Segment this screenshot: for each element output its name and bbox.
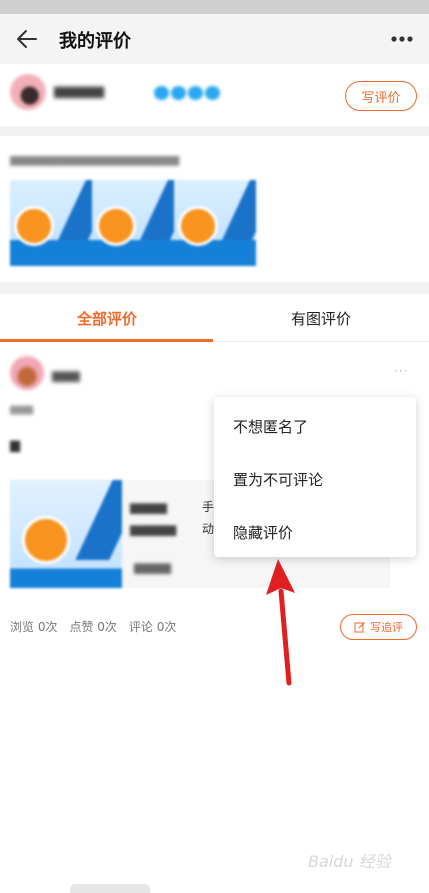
tab-all-reviews[interactable]: 全部评价 xyxy=(0,294,214,342)
more-options-icon[interactable] xyxy=(386,28,416,50)
menu-item-hide-review[interactable]: 隐藏评价 xyxy=(233,522,293,543)
product-thumbnail xyxy=(92,180,174,266)
review-text-blurred: ▆ xyxy=(10,438,20,453)
review-date-blurred: ▆▆▆ xyxy=(10,404,34,415)
write-followup-label: 写追评 xyxy=(370,621,403,634)
user-level-badges xyxy=(154,86,220,100)
top-nav-bar: 我的评价 xyxy=(0,14,429,64)
status-bar xyxy=(0,0,429,14)
product-thumbnails xyxy=(10,180,256,266)
red-annotation-arrow-icon xyxy=(266,559,295,686)
reviewed-product-price-blurred: ▆▆▆▆ xyxy=(134,560,171,574)
level-badge-icon xyxy=(171,86,186,100)
review-tabs: 全部评价 有图评价 xyxy=(0,294,429,342)
reviewer-name-blurred: ▆▆▆ xyxy=(52,368,80,382)
section-divider xyxy=(0,126,429,136)
write-followup-button[interactable]: 写追评 xyxy=(340,614,417,640)
page-title: 我的评价 xyxy=(59,31,131,52)
product-thumbnail xyxy=(174,180,256,266)
home-indicator xyxy=(70,884,150,893)
view-count: 浏览 0次 xyxy=(10,620,58,634)
product-description-blurred: ▆▆▆▆▆▆▆▆▆▆▆▆▆▆▆▆▆▆▆▆ xyxy=(10,153,180,166)
level-badge-icon xyxy=(154,86,169,100)
menu-item-disable-anonymous[interactable]: 不想匿名了 xyxy=(233,416,308,437)
user-name-blurred: ▆▆▆▆▆ xyxy=(54,84,104,99)
comment-count: 评论 0次 xyxy=(128,620,177,634)
back-arrow-icon[interactable] xyxy=(14,27,40,51)
product-thumbnail xyxy=(10,180,92,266)
review-stats: 浏览 0次 点赞 0次 评论 0次 xyxy=(10,618,176,635)
write-review-button[interactable]: 写评价 xyxy=(345,81,417,111)
section-divider xyxy=(0,282,429,294)
user-profile-row: ▆▆▆▆▆ 写评价 xyxy=(0,64,429,126)
baidu-watermark: Baidu 经验 xyxy=(308,852,391,871)
review-options-menu: 不想匿名了 置为不可评论 隐藏评价 xyxy=(214,397,416,557)
tab-image-reviews[interactable]: 有图评价 xyxy=(214,294,428,342)
review-more-button[interactable]: ··· xyxy=(394,364,408,378)
reviewer-avatar xyxy=(10,356,44,390)
reviewed-product-title-visible: 手 动 xyxy=(202,500,215,536)
edit-icon xyxy=(354,622,365,633)
menu-item-disable-comments[interactable]: 置为不可评论 xyxy=(233,469,323,490)
product-card[interactable]: ▆▆▆▆▆▆▆▆▆▆▆▆▆▆▆▆▆▆▆▆ xyxy=(0,136,429,282)
level-badge-icon xyxy=(205,86,220,100)
level-badge-icon xyxy=(188,86,203,100)
user-avatar xyxy=(10,74,46,110)
reviewed-product-thumbnail xyxy=(10,480,122,588)
like-count: 点赞 0次 xyxy=(69,620,117,634)
